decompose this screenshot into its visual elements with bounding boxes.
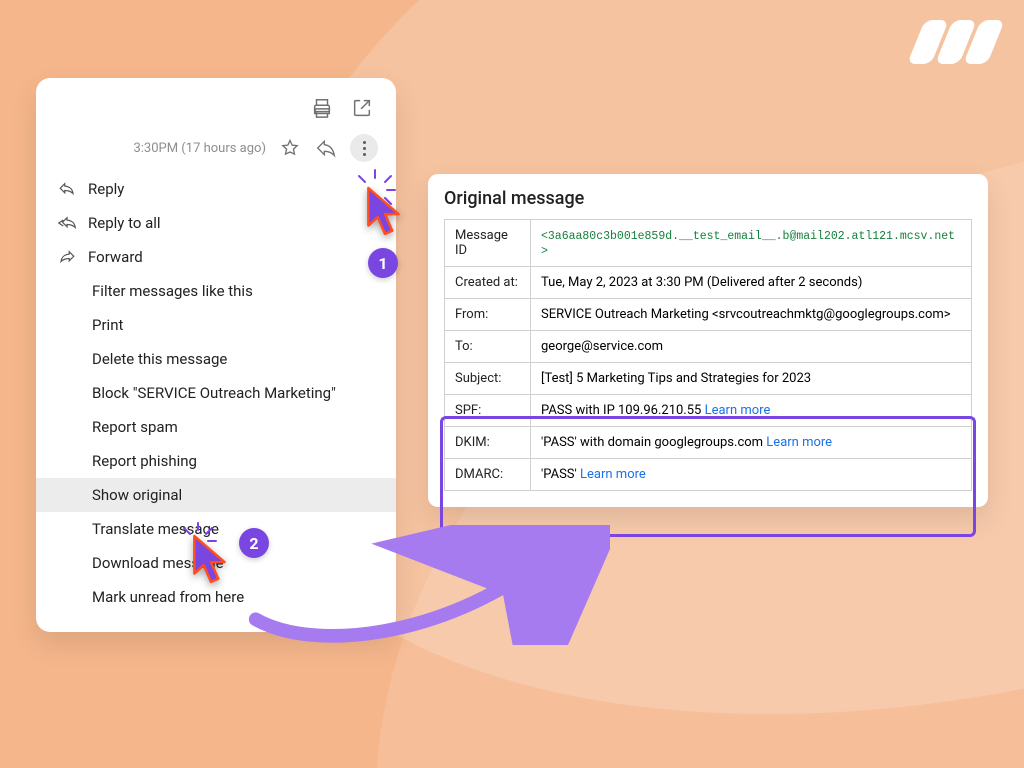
menu-label: Block "SERVICE Outreach Marketing" [92, 384, 336, 402]
value-from: SERVICE Outreach Marketing <srvcoutreach… [531, 299, 972, 331]
menu-reply[interactable]: Reply [36, 172, 396, 206]
label-message-id: Message ID [445, 220, 531, 267]
original-message-panel: Original message Message ID <3a6aa80c3b0… [428, 174, 988, 507]
menu-translate[interactable]: Translate message [36, 512, 396, 546]
label-created-at: Created at: [445, 267, 531, 299]
brand-logo [916, 20, 996, 64]
menu-label: Report spam [92, 418, 178, 436]
email-toolbar [36, 92, 396, 130]
row-created-at: Created at: Tue, May 2, 2023 at 3:30 PM … [445, 267, 972, 299]
menu-label: Download message [92, 554, 224, 572]
row-dkim: DKIM: 'PASS' with domain googlegroups.co… [445, 427, 972, 459]
menu-forward[interactable]: Forward [36, 240, 396, 274]
learn-more-link[interactable]: Learn more [766, 435, 832, 450]
menu-reply-all[interactable]: Reply to all [36, 206, 396, 240]
panel-title: Original message [444, 188, 972, 209]
email-actions-panel: 3:30PM (17 hours ago) Reply Reply to all [36, 78, 396, 632]
row-to: To: george@service.com [445, 331, 972, 363]
reply-icon[interactable] [314, 136, 338, 160]
value-created-at: Tue, May 2, 2023 at 3:30 PM (Delivered a… [531, 267, 972, 299]
menu-show-original[interactable]: Show original [36, 478, 396, 512]
menu-label: Filter messages like this [92, 282, 253, 300]
learn-more-link[interactable]: Learn more [580, 467, 646, 482]
value-dmarc: 'PASS' [541, 467, 580, 482]
value-dkim: 'PASS' with domain googlegroups.com [541, 435, 766, 450]
label-spf: SPF: [445, 395, 531, 427]
value-spf: PASS with IP 109.96.210.55 [541, 403, 705, 418]
row-subject: Subject: [Test] 5 Marketing Tips and Str… [445, 363, 972, 395]
menu-delete[interactable]: Delete this message [36, 342, 396, 376]
step-badge-1: 1 [368, 248, 398, 278]
actions-menu: Reply Reply to all Forward Filter messag… [36, 170, 396, 616]
label-subject: Subject: [445, 363, 531, 395]
email-meta-row: 3:30PM (17 hours ago) [36, 130, 396, 170]
menu-report-spam[interactable]: Report spam [36, 410, 396, 444]
menu-label: Show original [92, 486, 182, 504]
star-icon[interactable] [278, 136, 302, 160]
print-icon[interactable] [310, 96, 334, 120]
menu-label: Reply to all [88, 214, 161, 232]
menu-label: Mark unread from here [92, 588, 244, 606]
label-from: From: [445, 299, 531, 331]
forward-icon [58, 248, 76, 266]
learn-more-link[interactable]: Learn more [705, 403, 771, 418]
menu-download[interactable]: Download message [36, 546, 396, 580]
email-time-label: 3:30PM (17 hours ago) [133, 141, 266, 156]
open-new-window-icon[interactable] [350, 96, 374, 120]
menu-label: Print [92, 316, 123, 334]
value-subject: [Test] 5 Marketing Tips and Strategies f… [531, 363, 972, 395]
menu-label: Reply [88, 180, 124, 198]
row-message-id: Message ID <3a6aa80c3b001e859d.__test_em… [445, 220, 972, 267]
reply-all-icon [58, 214, 76, 232]
menu-filter[interactable]: Filter messages like this [36, 274, 396, 308]
menu-label: Delete this message [92, 350, 227, 368]
label-dkim: DKIM: [445, 427, 531, 459]
badge-label: 1 [378, 254, 387, 273]
menu-label: Forward [88, 248, 143, 266]
row-dmarc: DMARC: 'PASS' Learn more [445, 459, 972, 491]
label-to: To: [445, 331, 531, 363]
value-to: george@service.com [531, 331, 972, 363]
menu-print[interactable]: Print [36, 308, 396, 342]
row-spf: SPF: PASS with IP 109.96.210.55 Learn mo… [445, 395, 972, 427]
headers-table: Message ID <3a6aa80c3b001e859d.__test_em… [444, 219, 972, 491]
menu-report-phishing[interactable]: Report phishing [36, 444, 396, 478]
menu-block[interactable]: Block "SERVICE Outreach Marketing" [36, 376, 396, 410]
step-badge-2: 2 [239, 528, 269, 558]
badge-label: 2 [249, 534, 258, 553]
reply-icon [58, 180, 76, 198]
row-from: From: SERVICE Outreach Marketing <srvcou… [445, 299, 972, 331]
more-actions-button[interactable] [350, 134, 378, 162]
menu-label: Report phishing [92, 452, 197, 470]
label-dmarc: DMARC: [445, 459, 531, 491]
value-message-id: <3a6aa80c3b001e859d.__test_email__.b@mai… [541, 230, 955, 258]
menu-label: Translate message [92, 520, 219, 538]
menu-mark-unread[interactable]: Mark unread from here [36, 580, 396, 614]
